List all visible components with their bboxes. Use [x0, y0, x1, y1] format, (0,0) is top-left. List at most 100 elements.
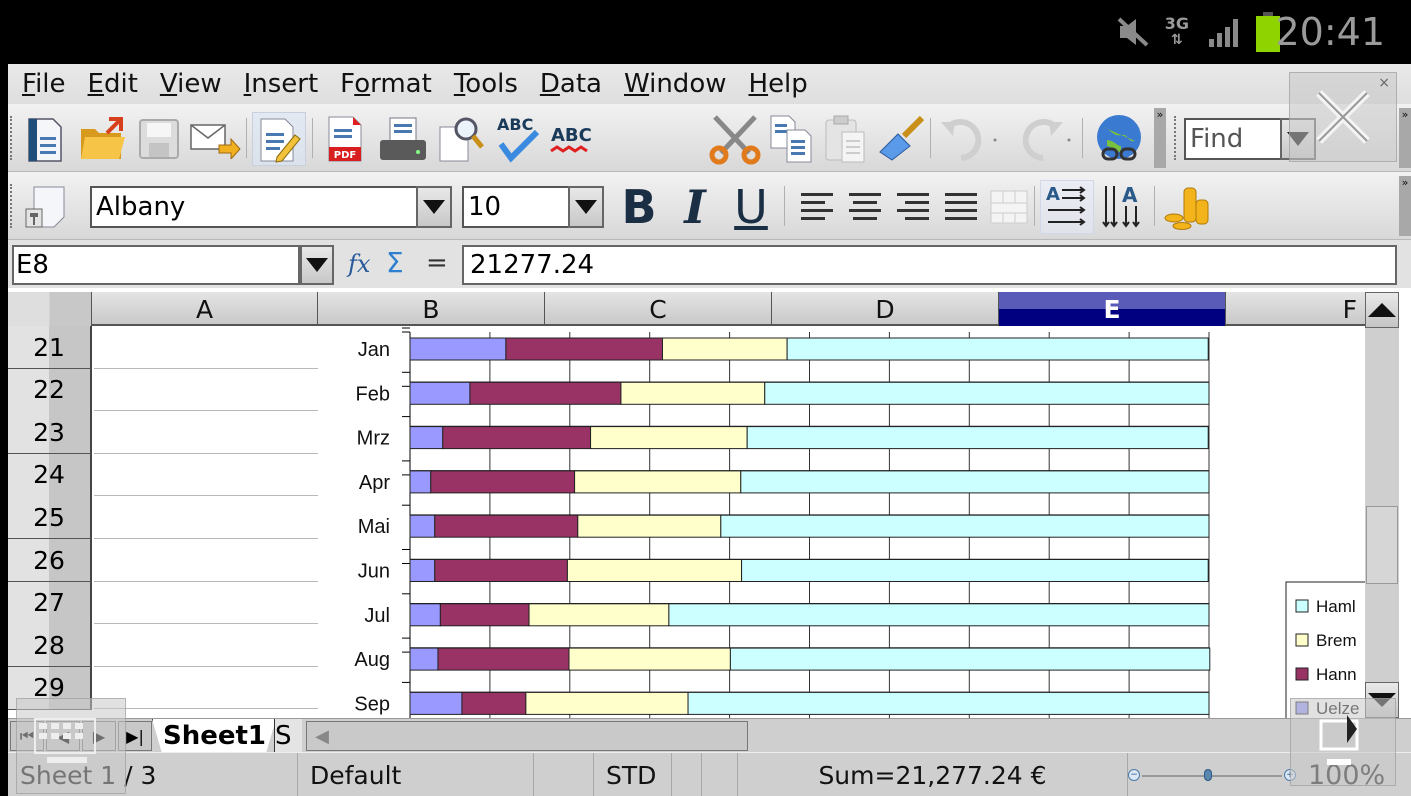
- pdf-icon: PDF: [328, 116, 362, 162]
- bold-button[interactable]: B: [612, 180, 666, 234]
- toolbar-grip[interactable]: [10, 184, 14, 228]
- toolbar-overflow-button[interactable]: »: [1399, 108, 1411, 168]
- menu-tools[interactable]: Tools: [452, 69, 520, 99]
- scroll-thumb[interactable]: [1366, 506, 1398, 584]
- export-pdf-button[interactable]: PDF: [318, 112, 372, 166]
- bar-segment-hannover: [505, 337, 663, 361]
- text-top-to-bottom-button[interactable]: A: [1096, 180, 1150, 234]
- formula-input[interactable]: 21277.24: [462, 245, 1397, 285]
- screen-icon: [1319, 715, 1359, 765]
- hyperlink-button[interactable]: [1088, 112, 1150, 166]
- toolbar-overflow-button[interactable]: »: [1399, 176, 1411, 236]
- email-button[interactable]: [188, 112, 242, 166]
- font-size-input[interactable]: 10: [462, 186, 568, 228]
- copy-button[interactable]: [764, 112, 818, 166]
- redo-button[interactable]: [1008, 112, 1078, 166]
- zoom-slider[interactable]: − +: [1128, 753, 1298, 796]
- zoom-track: [1142, 775, 1282, 777]
- menu-insert[interactable]: Insert: [242, 69, 321, 99]
- italic-button[interactable]: I: [668, 180, 722, 234]
- network-3g-icon: 3G ⇅: [1164, 14, 1189, 49]
- sheet-tab[interactable]: S: [274, 719, 302, 753]
- function-wizard-icon[interactable]: fx: [348, 250, 370, 278]
- menu-format[interactable]: Format: [338, 69, 434, 99]
- toolbar-grip[interactable]: [1174, 116, 1178, 160]
- menu-edit[interactable]: Edit: [86, 69, 140, 99]
- calc-window: File Edit View Insert Format Tools Data …: [8, 64, 1411, 796]
- save-button[interactable]: [132, 112, 186, 166]
- horizontal-scrollbar[interactable]: ◀: [306, 721, 748, 751]
- menu-window[interactable]: Window: [622, 69, 729, 99]
- cut-button[interactable]: [708, 112, 762, 166]
- menu-help[interactable]: Help: [747, 69, 810, 99]
- merge-cells-button[interactable]: [982, 180, 1036, 234]
- menu-file[interactable]: File: [20, 69, 68, 99]
- paste-icon: [825, 115, 865, 163]
- align-center-button[interactable]: [838, 180, 892, 234]
- font-size-dropdown-button[interactable]: [568, 186, 604, 228]
- scissors-icon: [709, 115, 761, 165]
- menu-label: dit: [103, 69, 138, 99]
- clone-formatting-button[interactable]: [874, 112, 928, 166]
- bar-segment-bremen: [568, 647, 731, 671]
- align-right-button[interactable]: [886, 180, 940, 234]
- sheet-tab-active[interactable]: Sheet1: [152, 719, 277, 753]
- font-name-input[interactable]: Albany: [90, 186, 416, 228]
- formula-bar: E8 fx Σ = 21277.24: [8, 240, 1411, 288]
- bar-segment-hannover: [437, 647, 570, 671]
- bar-segment-hamburg: [741, 559, 1209, 582]
- underline-icon: U: [734, 180, 768, 234]
- zoom-out-icon[interactable]: −: [1128, 769, 1140, 781]
- currency-format-button[interactable]: [1160, 180, 1214, 234]
- new-document-button[interactable]: [18, 112, 72, 166]
- open-button[interactable]: [76, 112, 130, 166]
- toolbar-grip[interactable]: [10, 116, 14, 160]
- scroll-left-button[interactable]: ◀: [307, 722, 337, 750]
- menu-view[interactable]: View: [158, 69, 224, 99]
- menu-data[interactable]: Data: [538, 69, 604, 99]
- spellcheck-button[interactable]: ABC: [492, 112, 546, 166]
- find-placeholder: Find: [1190, 124, 1244, 154]
- paste-button[interactable]: [818, 112, 872, 166]
- align-left-button[interactable]: [790, 180, 844, 234]
- standard-toolbar: PDF ABC ABC » Find »: [8, 104, 1411, 172]
- horizontal-scroll-track[interactable]: [748, 721, 1308, 751]
- find-input[interactable]: Find: [1184, 118, 1280, 160]
- name-box-dropdown-button[interactable]: [300, 245, 334, 285]
- legend-label: Brem: [1316, 631, 1357, 650]
- sum-icon[interactable]: Σ: [386, 246, 404, 279]
- sheet-tab-bar: ⏮ ◀ ▶ ▶| Sheet1 S ◀: [8, 718, 1411, 753]
- text-left-to-right-button[interactable]: A: [1040, 180, 1094, 234]
- stacked-bar-chart[interactable]: JanFebMrzAprMaiJunJulAugSepHamlBremHannU…: [8, 288, 1411, 718]
- name-box[interactable]: E8: [12, 245, 300, 285]
- autospellcheck-button[interactable]: ABC: [546, 112, 600, 166]
- underline-button[interactable]: U: [724, 180, 778, 234]
- undo-button[interactable]: [934, 112, 1004, 166]
- function-icon[interactable]: =: [426, 248, 448, 278]
- edit-file-button[interactable]: [252, 112, 306, 166]
- keyboard-overlay-button[interactable]: [16, 698, 126, 794]
- menu-label: ile: [35, 69, 66, 99]
- spreadsheet-grid[interactable]: A B C D E F 21 22 23 24 25 26 27 28 29 Jan Feb Mrz…: [8, 288, 1411, 718]
- scroll-up-button[interactable]: [1365, 292, 1399, 328]
- page-style[interactable]: Default: [298, 753, 534, 796]
- signal-icon: [1207, 0, 1243, 64]
- page-preview-button[interactable]: [434, 112, 488, 166]
- vertical-scrollbar[interactable]: [1365, 292, 1399, 718]
- svg-text:A: A: [1046, 184, 1060, 205]
- font-name-dropdown-button[interactable]: [416, 186, 452, 228]
- print-button[interactable]: [376, 112, 430, 166]
- fx-label: fx: [348, 250, 371, 278]
- close-overlay-button[interactable]: ×: [1289, 72, 1397, 162]
- row-gridline: [94, 708, 318, 710]
- sheet-tab-label: S: [275, 721, 292, 751]
- selection-mode[interactable]: STD: [594, 753, 672, 796]
- justify-button[interactable]: [934, 180, 988, 234]
- bar-segment-uelzen: [409, 691, 463, 715]
- svg-text:PDF: PDF: [334, 150, 356, 161]
- bar-segment-hamburg: [786, 337, 1209, 361]
- screen-overlay-button[interactable]: [1290, 698, 1396, 786]
- zoom-knob[interactable]: [1204, 769, 1212, 781]
- styles-button[interactable]: [18, 180, 72, 234]
- toolbar-overflow-button[interactable]: »: [1154, 108, 1166, 168]
